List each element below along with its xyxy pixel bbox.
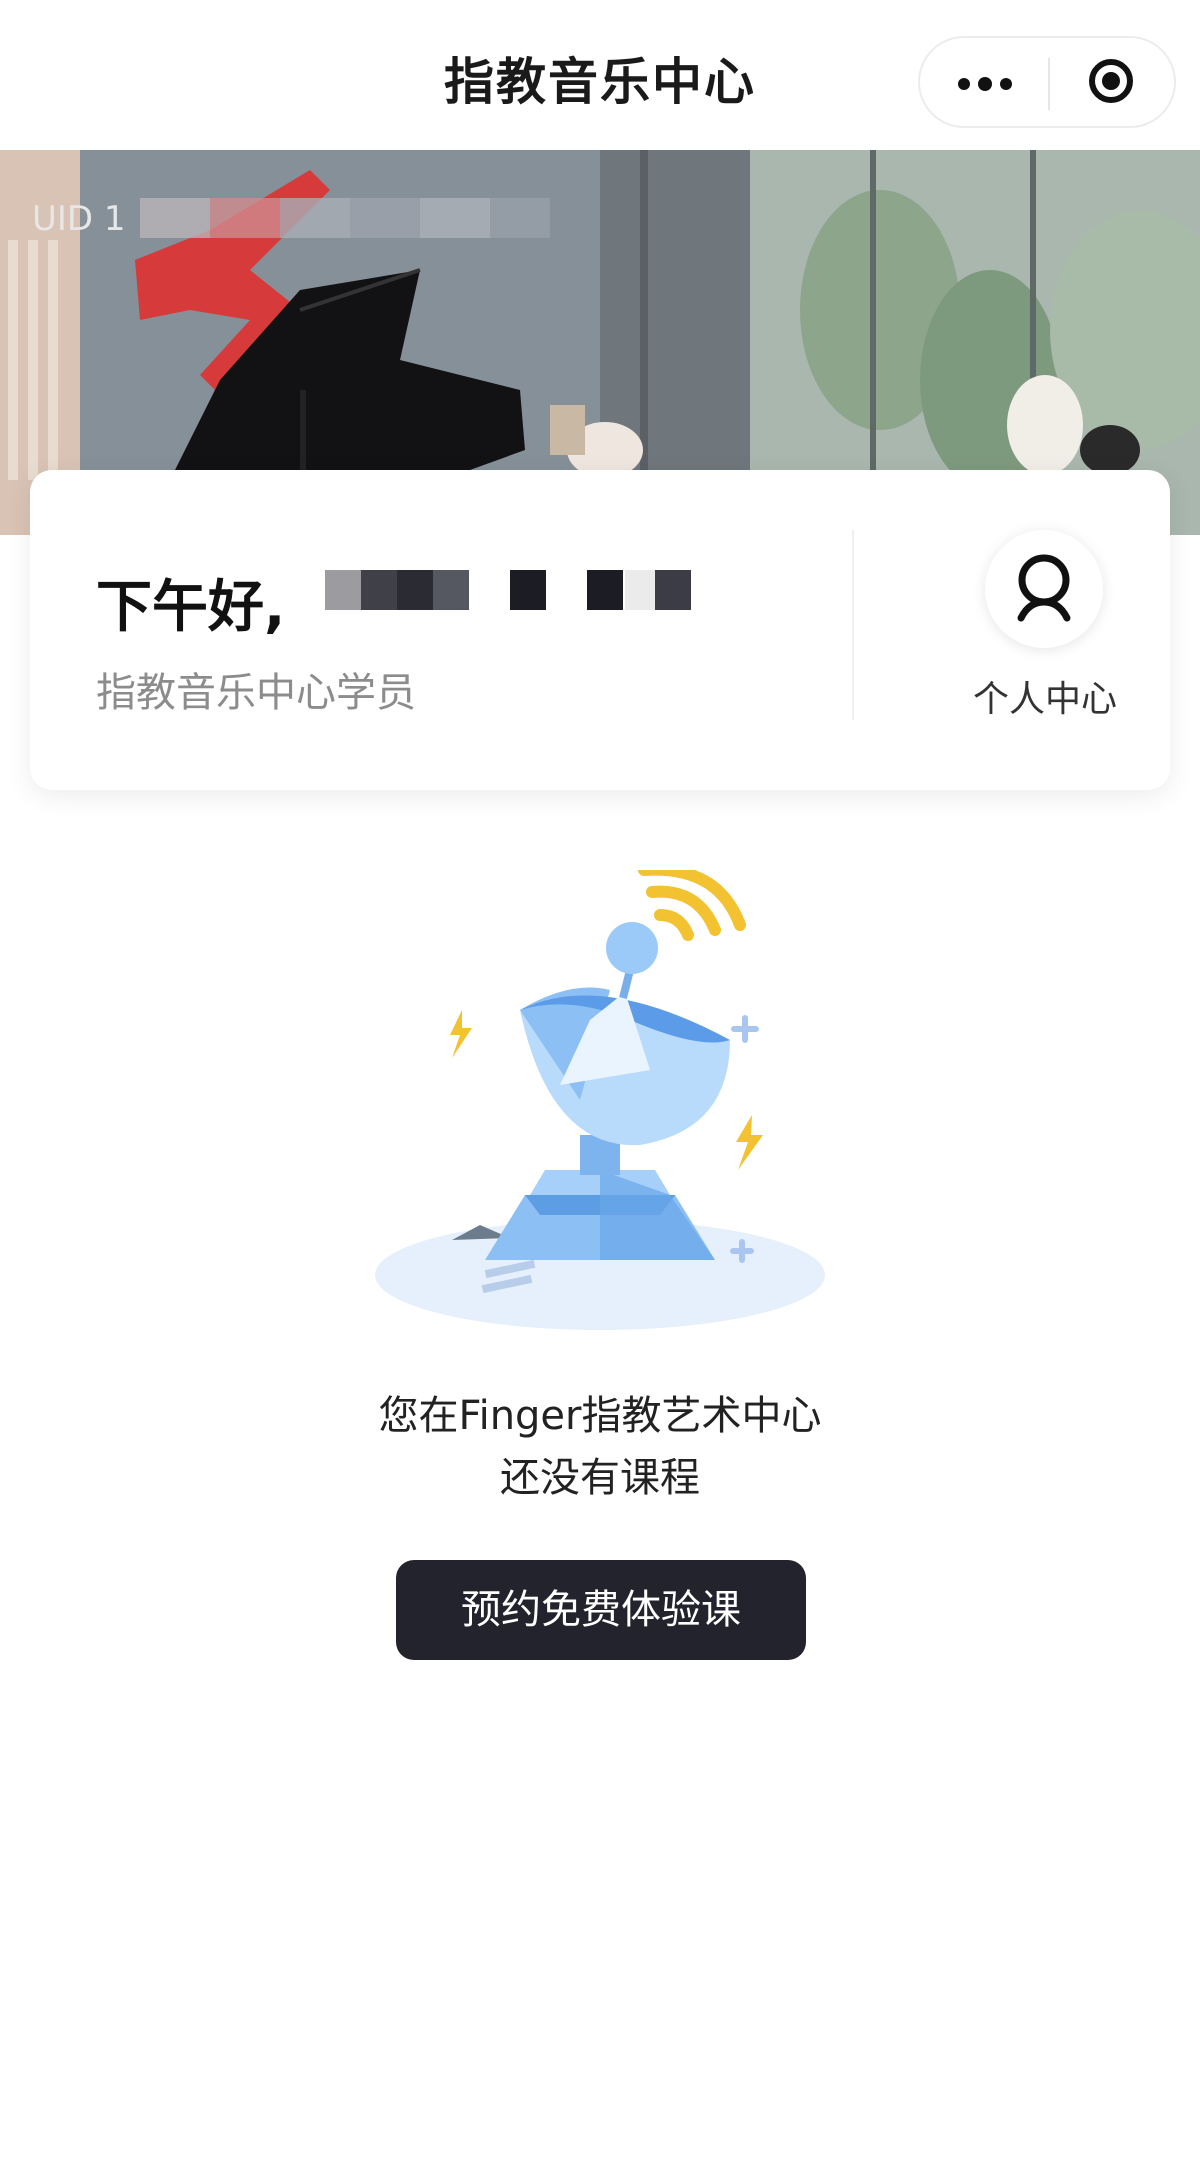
more-options-button[interactable] bbox=[920, 38, 1048, 126]
user-greeting-card: 下午好, 指教音乐中心学员 个人中心 bbox=[30, 470, 1170, 790]
greeting-text: 下午好, bbox=[96, 575, 286, 640]
empty-state-line1: 您在Finger指教艺术中心 bbox=[378, 1393, 822, 1439]
member-subtitle: 指教音乐中心学员 bbox=[96, 670, 416, 716]
more-dot-icon bbox=[958, 78, 970, 90]
personal-center-button[interactable]: 个人中心 bbox=[890, 530, 1140, 730]
mini-program-capsule bbox=[918, 36, 1176, 128]
more-dot-icon bbox=[1000, 78, 1012, 90]
navigation-bar: 指教音乐中心 bbox=[0, 0, 1200, 150]
close-mini-program-button[interactable] bbox=[1050, 38, 1174, 126]
personal-center-label: 个人中心 bbox=[972, 679, 1117, 720]
book-free-trial-button[interactable]: 预约免费体验课 bbox=[396, 1560, 806, 1660]
empty-state-line2: 还没有课程 bbox=[500, 1455, 700, 1501]
more-dot-icon bbox=[978, 77, 992, 91]
card-divider bbox=[852, 530, 854, 720]
empty-state-message: 您在Finger指教艺术中心 还没有课程 bbox=[0, 1385, 1200, 1509]
satellite-dish-illustration bbox=[370, 863, 830, 1344]
uid-text: UID 1 bbox=[32, 199, 126, 239]
user-icon bbox=[985, 530, 1103, 648]
satellite-dish-icon bbox=[375, 863, 825, 1330]
